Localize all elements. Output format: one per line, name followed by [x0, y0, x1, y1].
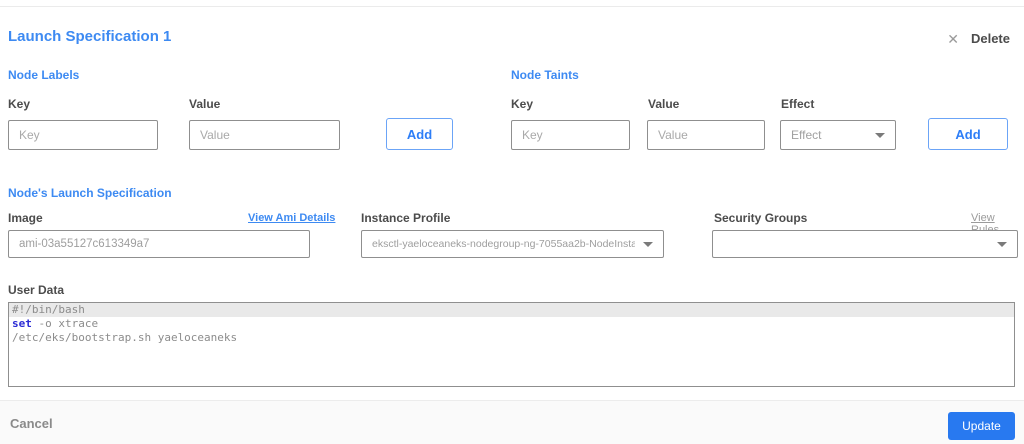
- security-groups-label: Security Groups: [714, 211, 808, 225]
- view-ami-details-link[interactable]: View Ami Details: [248, 212, 335, 224]
- delete-button[interactable]: ✕ Delete: [947, 31, 1010, 46]
- chevron-down-icon: [643, 241, 653, 247]
- user-data-editor[interactable]: #!/bin/bash set -o xtrace /etc/eks/boots…: [8, 302, 1015, 387]
- node-labels-key-label: Key: [8, 97, 31, 111]
- close-icon[interactable]: ✕: [947, 32, 959, 46]
- update-button[interactable]: Update: [948, 412, 1015, 440]
- page-title: Launch Specification 1: [8, 28, 172, 45]
- code-text: -o xtrace: [31, 317, 99, 330]
- code-line: set -o xtrace: [9, 317, 1014, 331]
- node-labels-heading: Node Labels: [8, 68, 80, 82]
- user-data-label: User Data: [8, 283, 65, 297]
- footer-bar: [0, 400, 1024, 444]
- instance-profile-select[interactable]: eksctl-yaeloceaneks-nodegroup-ng-7055aa2…: [361, 230, 664, 258]
- image-label: Image: [8, 211, 43, 225]
- launch-specification-panel: Launch Specification 1 ✕ Delete Node Lab…: [0, 0, 1024, 444]
- launch-spec-heading: Node's Launch Specification: [8, 186, 172, 200]
- top-divider: [0, 6, 1024, 7]
- node-taints-add-button[interactable]: Add: [928, 118, 1008, 150]
- chevron-down-icon: [997, 241, 1007, 247]
- node-taints-value-label: Value: [648, 97, 680, 111]
- effect-placeholder-text: Effect: [791, 128, 822, 142]
- node-labels-add-button[interactable]: Add: [386, 118, 453, 150]
- node-taints-key-label: Key: [511, 97, 534, 111]
- node-taints-heading: Node Taints: [511, 68, 579, 82]
- node-taints-value-input[interactable]: [647, 120, 765, 150]
- cancel-button[interactable]: Cancel: [10, 416, 53, 431]
- instance-profile-label: Instance Profile: [361, 211, 451, 225]
- node-labels-key-input[interactable]: [8, 120, 158, 150]
- security-groups-select[interactable]: [712, 230, 1018, 258]
- image-input[interactable]: [8, 230, 310, 258]
- code-line: /etc/eks/bootstrap.sh yaeloceaneks: [12, 331, 238, 344]
- node-taints-effect-label: Effect: [781, 97, 815, 111]
- code-line: #!/bin/bash: [9, 303, 1014, 317]
- node-labels-value-label: Value: [189, 97, 221, 111]
- instance-profile-value: eksctl-yaeloceaneks-nodegroup-ng-7055aa2…: [372, 238, 635, 250]
- chevron-down-icon: [875, 132, 885, 138]
- node-labels-value-input[interactable]: [189, 120, 340, 150]
- code-keyword: set: [12, 317, 32, 330]
- node-taints-key-input[interactable]: [511, 120, 630, 150]
- node-taints-effect-select[interactable]: Effect: [780, 120, 896, 150]
- delete-button-label[interactable]: Delete: [971, 31, 1010, 46]
